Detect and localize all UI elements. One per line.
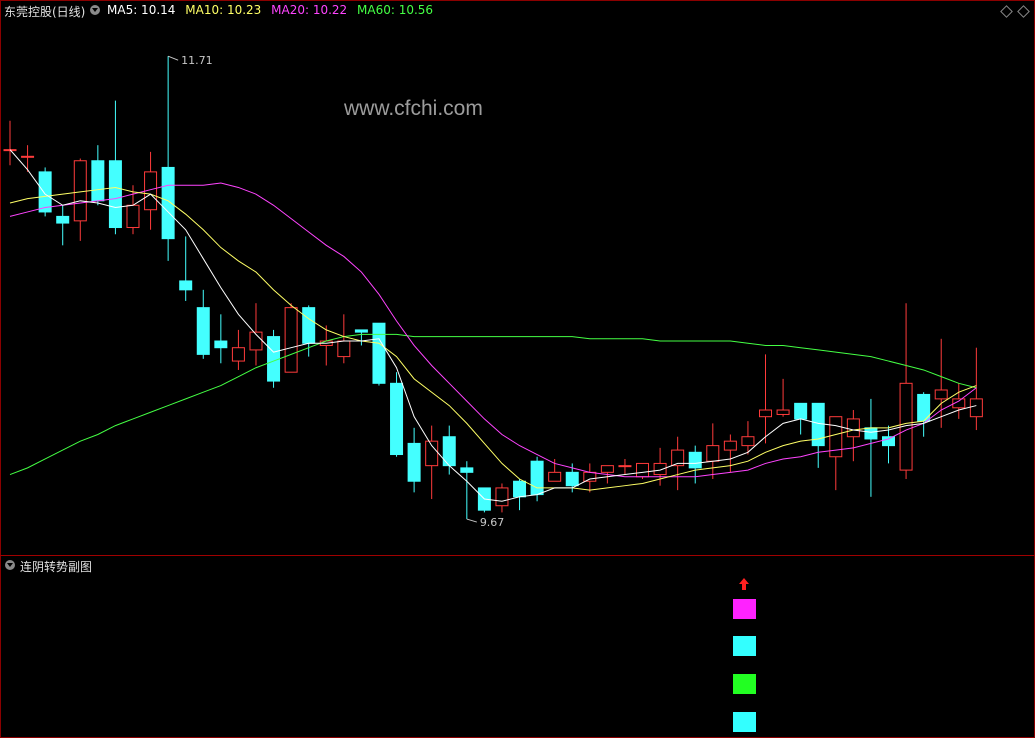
candle-body bbox=[530, 460, 544, 496]
candle-body bbox=[583, 471, 597, 482]
candle-body bbox=[284, 307, 298, 373]
candle-body bbox=[600, 465, 614, 473]
candle-body bbox=[548, 471, 562, 482]
signal-arrow-icon bbox=[739, 578, 749, 590]
high-label: 11.71 bbox=[181, 54, 213, 67]
candle-body bbox=[618, 465, 632, 468]
candle-body bbox=[776, 409, 790, 415]
candle-body bbox=[354, 329, 368, 333]
subpanel-collapse-icon[interactable] bbox=[5, 560, 15, 570]
candle-body bbox=[91, 160, 105, 202]
candle-body bbox=[302, 307, 316, 344]
candle-body bbox=[73, 160, 87, 222]
candle-body bbox=[759, 409, 773, 418]
candle-body bbox=[565, 471, 579, 487]
signal-box-1 bbox=[733, 599, 756, 619]
candle-body bbox=[214, 340, 228, 349]
candle-body bbox=[741, 436, 755, 447]
signal-box-2 bbox=[733, 636, 756, 656]
candlestick-chart[interactable]: 11.71 9.67 bbox=[0, 0, 1035, 738]
candle-body bbox=[267, 336, 281, 382]
candle-body bbox=[934, 389, 948, 400]
candle-body bbox=[337, 340, 351, 358]
candle-body bbox=[108, 160, 122, 229]
candle-body bbox=[21, 155, 35, 158]
candle-body bbox=[231, 347, 245, 362]
candle-body bbox=[407, 442, 421, 482]
candle-body bbox=[794, 402, 808, 420]
signal-box-3 bbox=[733, 674, 756, 694]
subpanel-title: 连阴转势副图 bbox=[20, 560, 93, 574]
candle-body bbox=[390, 382, 404, 456]
candle-body bbox=[846, 418, 860, 438]
candle-body bbox=[513, 480, 527, 498]
candle-body bbox=[636, 462, 650, 478]
candle-body bbox=[372, 322, 386, 384]
high-label-pointer bbox=[167, 55, 179, 61]
candle-body bbox=[56, 215, 70, 224]
candle-body bbox=[126, 204, 140, 229]
candle-body bbox=[882, 436, 895, 447]
candle-body bbox=[196, 307, 210, 355]
low-label: 9.67 bbox=[480, 516, 505, 529]
candle-body bbox=[179, 280, 193, 291]
candle-body bbox=[969, 398, 983, 418]
low-label-pointer bbox=[466, 518, 477, 523]
candle-body bbox=[460, 467, 474, 473]
candle-body bbox=[38, 171, 52, 213]
candle-body bbox=[688, 451, 702, 469]
candle-body bbox=[864, 427, 878, 440]
candle-body bbox=[161, 166, 175, 240]
candle-body bbox=[495, 487, 509, 507]
candle-body bbox=[723, 440, 737, 451]
signal-box-4 bbox=[733, 712, 756, 732]
candle-body bbox=[706, 445, 720, 462]
